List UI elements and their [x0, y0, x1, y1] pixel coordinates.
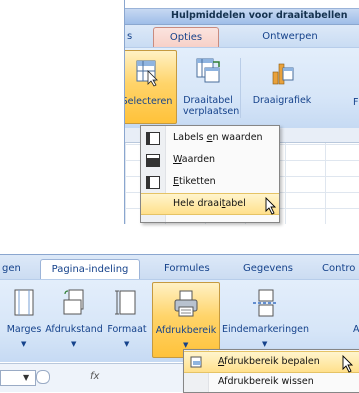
breaks-label: Eindemarkeringen — [222, 324, 309, 335]
mouse-pointer-icon — [342, 355, 354, 373]
label-part: abel — [225, 198, 246, 209]
expand-circle-icon[interactable] — [36, 370, 50, 384]
print-area-button[interactable]: Afdrukbereik ▼ — [152, 282, 220, 358]
insert-function-icon[interactable]: fx — [90, 371, 99, 382]
select-dropdown-menu: Labels en waarden Waarden Etiketten Hele… — [140, 125, 280, 223]
chevron-down-icon: ▼ — [71, 340, 77, 348]
chevron-down-icon: ▼ — [21, 340, 27, 348]
ribbon-partial-right[interactable]: A — [353, 324, 359, 335]
label-part: tiketten — [179, 176, 216, 187]
page-breaks-icon — [253, 289, 277, 317]
margins-label: Marges — [6, 324, 42, 335]
pivotchart-label: Draaigrafiek — [252, 95, 312, 106]
orientation-icon — [63, 289, 84, 315]
print-area-icon — [174, 290, 198, 317]
tab-data[interactable]: Gegevens — [243, 259, 293, 279]
ribbon-tab-row: gen Pagina-indeling Formules Gegevens Co… — [0, 255, 359, 280]
ribbon-partial-right[interactable]: F — [353, 97, 358, 108]
select-button-label: Selecteren — [124, 96, 173, 107]
size-button[interactable]: Formaat ▼ — [107, 282, 147, 356]
contextual-tab-group-header: Hulpmiddelen voor draaitabellen — [125, 8, 359, 25]
label-part: Hele draai — [173, 198, 222, 209]
tab-formulas[interactable]: Formules — [164, 259, 210, 279]
values-icon — [146, 154, 160, 167]
chevron-down-icon: ▼ — [124, 340, 130, 348]
orientation-label: Afdrukstand — [45, 324, 103, 335]
pivotchart-button[interactable]: Draaigrafiek — [247, 50, 317, 122]
print-area-dropdown-menu: Afdrukbereik bepalen Afdrukbereik wissen — [183, 349, 359, 393]
ribbon-separator — [240, 58, 241, 118]
label-part: Labels — [173, 132, 207, 143]
ribbon-options: Selecteren Draaitabel verplaatsen Draaig… — [125, 47, 359, 128]
tab-partial-left[interactable]: s — [127, 27, 132, 47]
print-area-label: Afdrukbereik — [155, 325, 217, 336]
menu-item-label: Afdrukbereik bepalen — [218, 356, 320, 367]
move-pivottable-label-line2: verplaatsen — [183, 106, 240, 117]
menu-item-entire-pivottable[interactable]: Hele draaitabel — [141, 193, 279, 215]
label-part: n waarden — [212, 132, 263, 143]
breaks-button[interactable]: Eindemarkeringen ▼ — [222, 282, 309, 356]
menu-item-label: Labels en waarden — [173, 132, 263, 143]
menu-item-labels[interactable]: Etiketten — [141, 172, 279, 192]
margins-button[interactable]: Marges ▼ — [6, 282, 42, 356]
tab-ontwerpen[interactable]: Ontwerpen — [255, 27, 325, 47]
set-print-area-icon — [190, 356, 202, 368]
move-pivottable-button[interactable]: Draaitabel verplaatsen — [183, 50, 240, 122]
move-pivottable-label: Draaitabel verplaatsen — [183, 95, 240, 117]
contextual-tab-group-title: Hulpmiddelen voor draaitabellen — [171, 10, 348, 21]
menu-item-label: Afdrukbereik wissen — [218, 376, 314, 387]
mouse-pointer-icon — [265, 197, 277, 215]
menu-item-label: Waarden — [173, 154, 215, 165]
select-button[interactable]: Selecteren — [124, 50, 177, 124]
name-box[interactable]: ▼ — [0, 370, 36, 386]
ribbon-tab-row: s Opties Ontwerpen — [125, 25, 359, 48]
chevron-down-icon[interactable]: ▼ — [23, 373, 29, 382]
tab-partial-left[interactable]: gen — [2, 259, 21, 279]
margins-icon — [14, 289, 34, 316]
accelerator-key: W — [173, 154, 182, 165]
menu-item-label: Etiketten — [173, 176, 216, 187]
tab-page-layout[interactable]: Pagina-indeling — [40, 259, 140, 280]
labels-and-values-icon — [146, 132, 160, 145]
label-part: fdrukbereik bepalen — [224, 356, 320, 367]
tab-partial-right[interactable]: Contro — [322, 259, 355, 279]
labels-icon — [146, 176, 160, 189]
move-pivottable-icon — [196, 58, 220, 83]
size-icon — [115, 290, 136, 315]
move-pivottable-label-line1: Draaitabel — [183, 95, 233, 106]
chevron-down-icon: ▼ — [183, 341, 189, 349]
menu-item-values[interactable]: Waarden — [141, 150, 279, 170]
label-part: aarden — [181, 154, 216, 165]
menu-item-labels-and-values[interactable]: Labels en waarden — [141, 128, 279, 148]
label-part: Afdrukbereik wissen — [218, 376, 314, 387]
menu-item-set-print-area[interactable]: Afdrukbereik bepalen — [184, 351, 359, 373]
chevron-down-icon: ▼ — [262, 340, 268, 348]
select-pivot-icon — [136, 60, 158, 87]
orientation-button[interactable]: Afdrukstand ▼ — [44, 282, 104, 356]
size-label: Formaat — [107, 324, 147, 335]
menu-item-clear-print-area[interactable]: Afdrukbereik wissen — [184, 372, 359, 392]
tab-opties[interactable]: Opties — [153, 27, 219, 48]
pivotchart-icon — [272, 63, 294, 85]
menu-item-label: Hele draaitabel — [173, 198, 246, 209]
